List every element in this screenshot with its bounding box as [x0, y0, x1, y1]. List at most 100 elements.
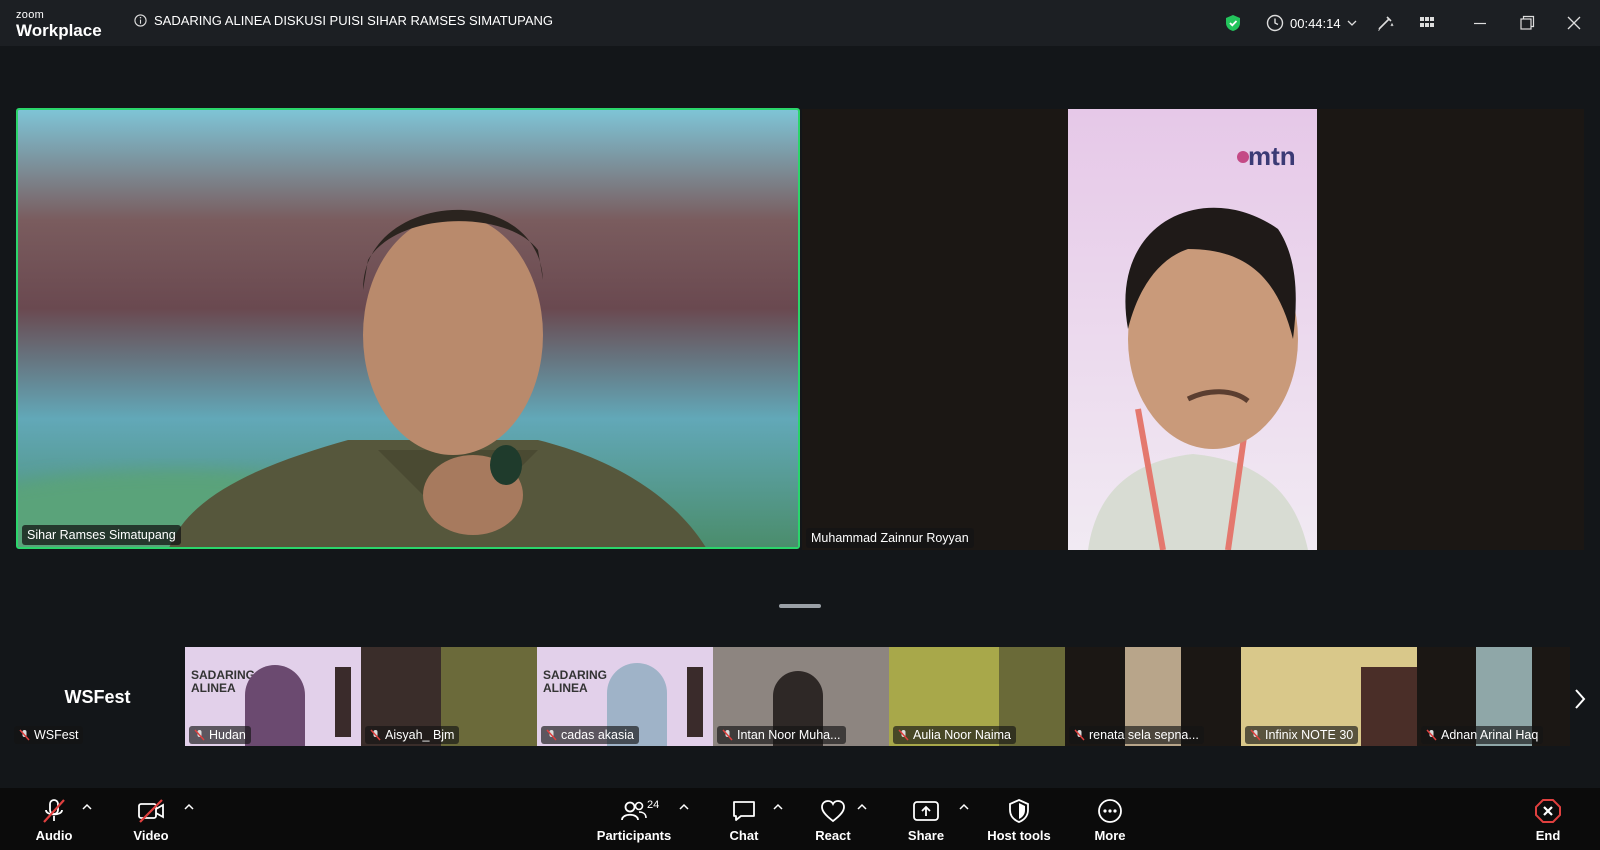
speaker-video-feed: mtn — [1068, 109, 1317, 550]
share-options-chevron[interactable] — [958, 802, 970, 812]
chat-label: Chat — [729, 828, 759, 843]
second-speaker-name: Muhammad Zainnur Royyan — [806, 528, 974, 548]
thumbnail-name-tag: Intan Noor Muha... — [717, 726, 846, 744]
title-bar: zoom Workplace SADARING ALINEA DISKUSI P… — [0, 0, 1600, 46]
more-label: More — [1094, 828, 1126, 843]
meeting-title[interactable]: SADARING ALINEA DISKUSI PUISI SIHAR RAMS… — [134, 13, 553, 28]
video-off-icon — [138, 799, 164, 823]
restore-icon[interactable] — [1517, 13, 1537, 33]
participant-figure — [245, 665, 305, 746]
participant-thumbnail[interactable]: renata sela sepna... — [1065, 647, 1241, 746]
participant-name: Hudan — [209, 728, 246, 742]
poster-text: SADARING ALINEA — [191, 668, 256, 696]
timer-text: 00:44:14 — [1290, 15, 1341, 31]
chevron-right-icon[interactable] — [1572, 687, 1588, 711]
video-button[interactable]: Video — [128, 798, 174, 843]
participants-options-chevron[interactable] — [678, 802, 690, 812]
react-label: React — [815, 828, 851, 843]
mic-off-icon — [43, 799, 65, 823]
thumbnail-name-tag: Adnan Arinal Haq — [1421, 726, 1544, 744]
banner-text: mtn — [1248, 141, 1296, 171]
mic-off-icon — [19, 729, 30, 741]
meeting-timer[interactable]: 00:44:14 — [1266, 0, 1357, 46]
info-icon — [134, 14, 147, 27]
audio-label: Audio — [35, 828, 73, 843]
thumbnail-name-tag: cadas akasia — [541, 726, 639, 744]
poster-graphic — [335, 667, 351, 737]
active-speaker-name: Sihar Ramses Simatupang — [22, 525, 181, 545]
thumbnail-name-tag: Aisyah_ Bjm — [365, 726, 460, 744]
second-speaker-video[interactable]: mtn Muhammad Zainnur Royyan — [802, 109, 1584, 550]
thumbnail-name-tag: Infinix NOTE 30 — [1245, 726, 1359, 744]
mic-off-icon — [722, 729, 733, 741]
thumbnail-name-tag: Aulia Noor Naima — [893, 726, 1016, 744]
share-label: Share — [907, 828, 945, 843]
poster-graphic — [687, 667, 703, 737]
participants-icon — [621, 801, 647, 821]
thumbnail-name-tag: WSFest — [14, 726, 84, 744]
app-logo: zoom Workplace — [16, 9, 102, 40]
participant-thumbnail[interactable]: Aulia Noor Naima — [889, 647, 1065, 746]
participant-thumbnail[interactable]: SADARING ALINEA cadas akasia — [537, 647, 713, 746]
mic-off-icon — [898, 729, 909, 741]
video-label: Video — [133, 828, 169, 843]
active-speaker-video[interactable]: Sihar Ramses Simatupang — [16, 108, 800, 549]
participant-thumbnail[interactable]: Adnan Arinal Haq — [1417, 647, 1570, 746]
brand-small: zoom — [16, 9, 45, 21]
audio-button[interactable]: Audio — [32, 798, 76, 843]
self-thumbnail[interactable]: WSFest WSFest — [10, 647, 185, 746]
participants-button[interactable]: Participants 24 — [594, 798, 674, 843]
clock-icon — [1266, 14, 1284, 32]
chat-button[interactable]: Chat — [724, 798, 764, 843]
mic-off-icon — [1074, 729, 1085, 741]
react-button[interactable]: React — [810, 798, 856, 843]
shield-icon[interactable] — [1223, 13, 1243, 33]
participant-name: Adnan Arinal Haq — [1441, 728, 1539, 742]
resize-handle[interactable] — [779, 604, 821, 608]
participant-thumbnail[interactable]: Aisyah_ Bjm — [361, 647, 537, 746]
participant-thumbnail[interactable]: Infinix NOTE 30 — [1241, 647, 1417, 746]
more-icon — [1098, 799, 1122, 823]
grid-view-icon[interactable] — [1417, 13, 1437, 33]
participant-name: Aisyah_ Bjm — [385, 728, 455, 742]
participant-name: Intan Noor Muha... — [737, 728, 841, 742]
thumbnail-name-tag: renata sela sepna... — [1069, 726, 1204, 744]
participant-thumbnail[interactable]: SADARING ALINEA Hudan — [185, 647, 361, 746]
audio-options-chevron[interactable] — [81, 802, 93, 812]
chat-icon — [733, 801, 755, 821]
thumbnail-name-tag: Hudan — [189, 726, 251, 744]
poster-text: SADARING ALINEA — [543, 668, 608, 696]
host-tools-label: Host tools — [987, 828, 1051, 843]
participant-name: Infinix NOTE 30 — [1265, 728, 1354, 742]
react-options-chevron[interactable] — [856, 802, 868, 812]
more-button[interactable]: More — [1088, 798, 1132, 843]
mic-off-icon — [1426, 729, 1437, 741]
brand-large: Workplace — [16, 21, 102, 40]
participant-name: Aulia Noor Naima — [913, 728, 1011, 742]
furniture — [1361, 667, 1417, 746]
share-icon — [913, 801, 939, 821]
participants-count: 24 — [647, 799, 660, 811]
video-options-chevron[interactable] — [183, 802, 195, 812]
chevron-down-icon — [1347, 20, 1357, 26]
self-display-name: WSFest — [64, 687, 131, 707]
annotate-icon[interactable] — [1375, 13, 1395, 33]
end-icon — [1535, 799, 1561, 823]
thumbnail-strip: WSFest WSFest SADARING ALINEA Hudan Aisy… — [0, 647, 1600, 746]
chat-options-chevron[interactable] — [772, 802, 784, 812]
participants-label: Participants — [596, 828, 672, 843]
mic-off-icon — [370, 729, 381, 741]
mic-off-icon — [546, 729, 557, 741]
react-icon — [821, 800, 845, 823]
minimize-icon[interactable] — [1470, 13, 1490, 33]
share-button[interactable]: Share — [905, 798, 947, 843]
end-button[interactable]: End — [1532, 798, 1564, 843]
mic-off-icon — [1250, 729, 1261, 741]
close-icon[interactable] — [1564, 13, 1584, 33]
participant-name: cadas akasia — [561, 728, 634, 742]
participant-name: renata sela sepna... — [1089, 728, 1199, 742]
self-name: WSFest — [34, 728, 79, 742]
meeting-toolbar: Audio Video Participants 24 Chat React S… — [0, 788, 1600, 850]
participant-thumbnail[interactable]: Intan Noor Muha... — [713, 647, 889, 746]
host-tools-button[interactable]: Host tools — [986, 798, 1052, 843]
